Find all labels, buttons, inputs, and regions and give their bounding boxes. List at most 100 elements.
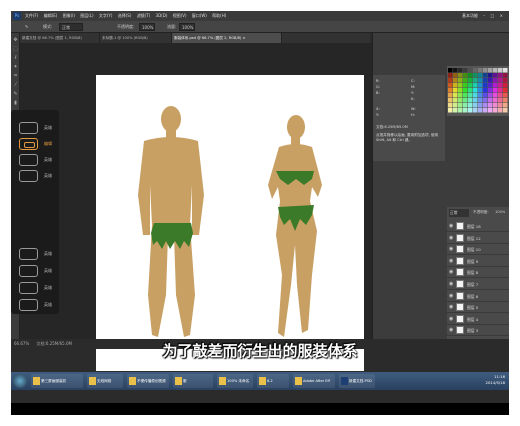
- color-swatch[interactable]: [488, 78, 493, 83]
- color-swatch[interactable]: [473, 83, 478, 88]
- color-swatch[interactable]: [498, 88, 503, 93]
- menu-help[interactable]: 帮助(H): [212, 13, 226, 18]
- color-swatch[interactable]: [478, 103, 483, 108]
- color-swatch[interactable]: [498, 78, 503, 83]
- color-swatch[interactable]: [478, 78, 483, 83]
- color-swatch[interactable]: [478, 98, 483, 103]
- menu-3d[interactable]: 3D(D): [156, 13, 168, 18]
- marquee-tool-icon[interactable]: ⬚: [12, 46, 19, 53]
- color-swatch[interactable]: [498, 73, 503, 78]
- color-swatch[interactable]: [493, 88, 498, 93]
- color-swatch[interactable]: [468, 88, 473, 93]
- color-swatch[interactable]: [448, 88, 453, 93]
- color-swatch[interactable]: [473, 98, 478, 103]
- color-swatch[interactable]: [498, 93, 503, 98]
- lasso-tool-icon[interactable]: ℓ: [12, 55, 19, 62]
- overlay-button-6[interactable]: [19, 265, 38, 277]
- color-swatch[interactable]: [468, 103, 473, 108]
- taskbar-item[interactable]: 100% 未命名: [217, 374, 253, 388]
- color-swatch[interactable]: [488, 108, 493, 113]
- menu-image[interactable]: 图像(I): [63, 13, 75, 18]
- overlay-button-2[interactable]: [19, 138, 38, 150]
- color-swatch[interactable]: [453, 103, 458, 108]
- color-swatch[interactable]: [473, 93, 478, 98]
- color-swatch[interactable]: [483, 93, 488, 98]
- color-swatch[interactable]: [458, 108, 463, 113]
- maximize-icon[interactable]: □: [491, 13, 495, 18]
- color-swatch[interactable]: [468, 73, 473, 78]
- color-swatch[interactable]: [473, 103, 478, 108]
- color-swatch[interactable]: [483, 78, 488, 83]
- color-swatch[interactable]: [473, 68, 478, 73]
- brush-tool-icon[interactable]: ✎: [23, 23, 30, 31]
- blend-select[interactable]: 正常: [59, 23, 83, 31]
- color-swatch[interactable]: [483, 68, 488, 73]
- color-swatch[interactable]: [498, 68, 503, 73]
- minimize-icon[interactable]: –: [483, 13, 485, 18]
- visibility-eye-icon[interactable]: ◉: [449, 302, 453, 313]
- menu-select[interactable]: 选择(S): [118, 13, 132, 18]
- swatches-panel[interactable]: [447, 66, 509, 116]
- visibility-eye-icon[interactable]: ◉: [449, 314, 453, 325]
- system-clock[interactable]: 11:16 2014/5/18: [486, 374, 505, 386]
- color-swatch[interactable]: [503, 108, 508, 113]
- color-swatch[interactable]: [488, 88, 493, 93]
- taskbar-item[interactable]: 不便传播原创视频: [127, 374, 169, 388]
- color-swatch[interactable]: [493, 93, 498, 98]
- color-swatch[interactable]: [483, 98, 488, 103]
- color-swatch[interactable]: [463, 73, 468, 78]
- workspace-select[interactable]: 基本功能: [462, 13, 478, 18]
- color-swatch[interactable]: [458, 103, 463, 108]
- color-swatch[interactable]: [478, 83, 483, 88]
- color-swatch[interactable]: [453, 78, 458, 83]
- color-swatch[interactable]: [453, 73, 458, 78]
- color-swatch[interactable]: [488, 73, 493, 78]
- crop-tool-icon[interactable]: ⌗: [12, 73, 19, 80]
- color-swatch[interactable]: [463, 68, 468, 73]
- color-swatch[interactable]: [478, 73, 483, 78]
- color-swatch[interactable]: [473, 88, 478, 93]
- color-swatch[interactable]: [453, 98, 458, 103]
- overlay-button-4[interactable]: [19, 170, 38, 182]
- move-tool-icon[interactable]: ✥: [12, 37, 19, 44]
- visibility-eye-icon[interactable]: ◉: [449, 244, 453, 255]
- color-swatch[interactable]: [453, 83, 458, 88]
- menu-view[interactable]: 视图(V): [173, 13, 187, 18]
- color-swatch[interactable]: [448, 78, 453, 83]
- color-swatch[interactable]: [483, 103, 488, 108]
- color-swatch[interactable]: [458, 68, 463, 73]
- taskbar-item[interactable]: Adobe After Eff: [293, 374, 335, 388]
- layer-row[interactable]: ◉ 图层 3: [447, 325, 509, 337]
- color-swatch[interactable]: [468, 78, 473, 83]
- layer-row[interactable]: ◉ 图层 10: [447, 244, 509, 256]
- menu-filter[interactable]: 滤镜(T): [137, 13, 151, 18]
- color-swatch[interactable]: [498, 98, 503, 103]
- color-swatch[interactable]: [473, 73, 478, 78]
- color-swatch[interactable]: [453, 68, 458, 73]
- layer-opacity-input[interactable]: 100%: [495, 210, 505, 214]
- color-swatch[interactable]: [493, 98, 498, 103]
- menu-file[interactable]: 文件(F): [25, 13, 38, 18]
- overlay-button-1[interactable]: [19, 122, 38, 134]
- color-swatch[interactable]: [448, 93, 453, 98]
- layer-blend-select[interactable]: 正常: [449, 209, 469, 217]
- color-swatch[interactable]: [453, 108, 458, 113]
- color-swatch[interactable]: [468, 68, 473, 73]
- layer-row[interactable]: ◉ 图层 6: [447, 291, 509, 302]
- color-swatch[interactable]: [468, 98, 473, 103]
- color-swatch[interactable]: [468, 108, 473, 113]
- zoom-level[interactable]: 66.67%: [14, 341, 29, 346]
- color-swatch[interactable]: [458, 73, 463, 78]
- color-swatch[interactable]: [458, 88, 463, 93]
- color-swatch[interactable]: [493, 83, 498, 88]
- color-swatch[interactable]: [458, 78, 463, 83]
- color-swatch[interactable]: [503, 98, 508, 103]
- color-swatch[interactable]: [463, 78, 468, 83]
- color-swatch[interactable]: [503, 83, 508, 88]
- color-swatch[interactable]: [493, 108, 498, 113]
- color-swatch[interactable]: [448, 98, 453, 103]
- overlay-button-3[interactable]: [19, 154, 38, 166]
- color-swatch[interactable]: [493, 73, 498, 78]
- taskbar-item[interactable]: 6.2: [257, 374, 289, 388]
- visibility-eye-icon[interactable]: ◉: [449, 233, 453, 244]
